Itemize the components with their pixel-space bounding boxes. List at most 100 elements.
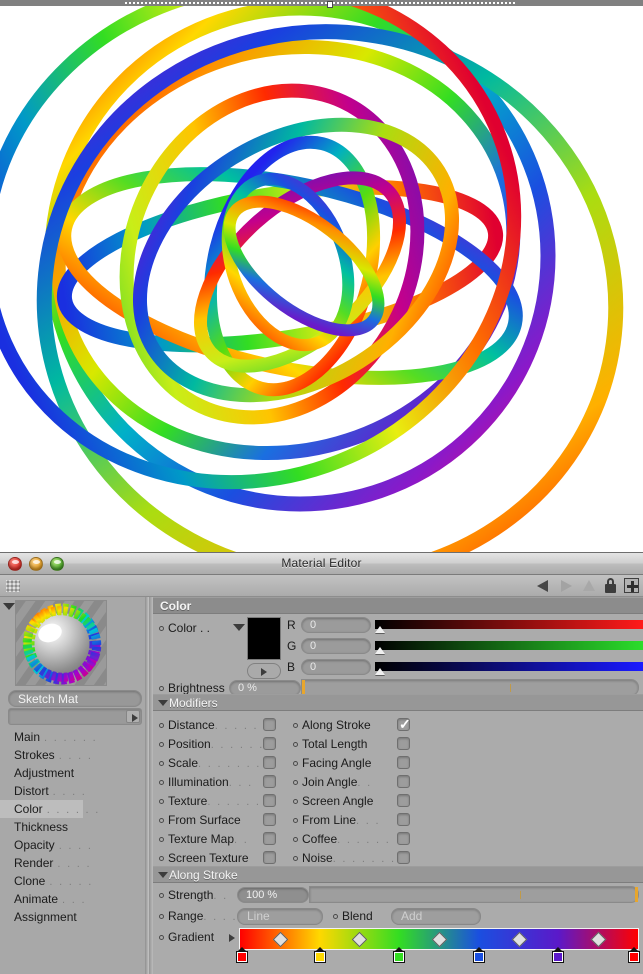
modifier-screen-angle[interactable]: Screen Angle: [293, 791, 423, 810]
gradient-stop[interactable]: [393, 947, 406, 963]
range-anim-dot-icon[interactable]: [159, 914, 164, 919]
modifier-along-stroke[interactable]: Along Stroke: [293, 715, 423, 734]
r-slider-knob[interactable]: [375, 626, 385, 633]
g-slider-knob[interactable]: [375, 647, 385, 654]
brightness-slider-knob[interactable]: [302, 680, 305, 695]
along-stroke-section-header[interactable]: Along Stroke: [153, 866, 643, 883]
drag-grip-icon[interactable]: [6, 580, 20, 592]
texture-map-anim-dot-icon[interactable]: [159, 836, 164, 842]
gradient-anim-dot-icon[interactable]: [159, 935, 164, 940]
modifier-facing-angle[interactable]: Facing Angle: [293, 753, 423, 772]
from-surface-checkbox[interactable]: [263, 813, 276, 826]
channel-item-clone[interactable]: Clone. . . . .: [0, 872, 149, 890]
color-mode-dropdown-icon[interactable]: [233, 624, 245, 631]
modifier-screen-texture[interactable]: Screen Texture: [159, 848, 289, 867]
material-thumbnail[interactable]: [15, 600, 107, 686]
modifier-join-angle[interactable]: Join Angle. .: [293, 772, 423, 791]
b-slider-knob[interactable]: [375, 668, 385, 675]
window-titlebar[interactable]: Material Editor: [0, 553, 643, 575]
gradient-stop[interactable]: [628, 947, 640, 963]
along-stroke-twirl-icon[interactable]: [158, 872, 168, 878]
coffee-anim-dot-icon[interactable]: [293, 836, 298, 842]
modifier-from-line[interactable]: From Line. . .: [293, 810, 423, 829]
b-value-field[interactable]: 0: [301, 659, 371, 675]
distance-checkbox[interactable]: [263, 718, 276, 731]
strength-value-field[interactable]: 100 %: [237, 887, 309, 903]
join-angle-anim-dot-icon[interactable]: [293, 779, 298, 785]
gradient-stop[interactable]: [552, 947, 565, 963]
strength-slider-track[interactable]: [309, 886, 639, 903]
modifier-from-surface[interactable]: From Surface: [159, 810, 289, 829]
modifiers-twirl-icon[interactable]: [158, 700, 168, 706]
modifier-texture-map[interactable]: Texture Map. .: [159, 829, 289, 848]
gradient-stop[interactable]: [313, 947, 326, 963]
collapse-triangle-icon[interactable]: [3, 603, 15, 610]
blend-dropdown[interactable]: Add: [391, 908, 481, 925]
channel-item-thickness[interactable]: Thickness: [0, 818, 149, 836]
screen-texture-checkbox[interactable]: [263, 851, 276, 864]
screen-angle-anim-dot-icon[interactable]: [293, 798, 298, 804]
modifier-distance[interactable]: Distance. . . . . .: [159, 715, 289, 734]
g-value-field[interactable]: 0: [301, 638, 371, 654]
gradient-stop[interactable]: [472, 947, 485, 963]
channel-item-opacity[interactable]: Opacity. . . .: [0, 836, 149, 854]
blend-anim-dot-icon[interactable]: [333, 914, 338, 919]
material-name-field[interactable]: Sketch Mat: [8, 690, 142, 707]
scale-anim-dot-icon[interactable]: [159, 760, 164, 766]
noise-anim-dot-icon[interactable]: [293, 855, 298, 861]
facing-angle-checkbox[interactable]: [397, 756, 410, 769]
gradient-expand-arrow-icon[interactable]: [229, 934, 235, 942]
channel-item-adjustment[interactable]: Adjustment: [0, 764, 149, 782]
channel-item-color[interactable]: Color. . . . . .: [0, 800, 98, 818]
coffee-checkbox[interactable]: [397, 832, 410, 845]
position-anim-dot-icon[interactable]: [159, 741, 164, 747]
total-length-checkbox[interactable]: [397, 737, 410, 750]
lock-icon[interactable]: [604, 578, 617, 593]
illumination-anim-dot-icon[interactable]: [159, 779, 164, 785]
from-line-checkbox[interactable]: [397, 813, 410, 826]
gradient-stop[interactable]: [236, 947, 248, 963]
texture-anim-dot-icon[interactable]: [159, 798, 164, 804]
channel-item-assignment[interactable]: Assignment: [0, 908, 149, 926]
noise-checkbox[interactable]: [397, 851, 410, 864]
illumination-checkbox[interactable]: [263, 775, 276, 788]
r-slider-track[interactable]: [375, 620, 643, 633]
from-line-anim-dot-icon[interactable]: [293, 817, 298, 823]
layer-next-arrow-icon[interactable]: [126, 710, 140, 723]
layer-selector-field[interactable]: [8, 708, 142, 725]
modifier-texture[interactable]: Texture. . . . . . .: [159, 791, 289, 810]
distance-anim-dot-icon[interactable]: [159, 722, 164, 728]
modifier-scale[interactable]: Scale. . . . . . . .: [159, 753, 289, 772]
forward-arrow-icon[interactable]: [558, 577, 574, 594]
modifier-illumination[interactable]: Illumination. . .: [159, 772, 289, 791]
channel-item-animate[interactable]: Animate. . .: [0, 890, 149, 908]
g-slider-track[interactable]: [375, 641, 643, 654]
plus-icon[interactable]: [624, 578, 639, 593]
modifier-position[interactable]: Position. . . . . .: [159, 734, 289, 753]
texture-checkbox[interactable]: [263, 794, 276, 807]
brightness-anim-dot-icon[interactable]: [159, 686, 164, 691]
modifier-total-length[interactable]: Total Length: [293, 734, 423, 753]
channel-item-distort[interactable]: Distort. . . .: [0, 782, 149, 800]
viewport-resize-handle[interactable]: [327, 1, 333, 8]
along-stroke-anim-dot-icon[interactable]: [293, 722, 298, 728]
color-swatch[interactable]: [247, 617, 281, 660]
screen-angle-checkbox[interactable]: [397, 794, 410, 807]
color-anim-dot-icon[interactable]: [159, 626, 164, 631]
r-value-field[interactable]: 0: [301, 617, 371, 633]
up-arrow-icon[interactable]: [581, 577, 597, 594]
range-dropdown[interactable]: Line: [237, 908, 323, 925]
modifier-noise[interactable]: Noise. . . . . . .: [293, 848, 423, 867]
b-slider-track[interactable]: [375, 662, 643, 675]
color-expand-button[interactable]: [247, 663, 281, 679]
strength-anim-dot-icon[interactable]: [159, 893, 164, 898]
facing-angle-anim-dot-icon[interactable]: [293, 760, 298, 766]
modifiers-section-header[interactable]: Modifiers: [153, 694, 643, 711]
gradient-bar[interactable]: [236, 928, 640, 963]
modifier-coffee[interactable]: Coffee. . . . . .: [293, 829, 423, 848]
strength-slider-knob[interactable]: [635, 887, 638, 902]
position-checkbox[interactable]: [263, 737, 276, 750]
channel-item-render[interactable]: Render. . . .: [0, 854, 149, 872]
texture-map-checkbox[interactable]: [263, 832, 276, 845]
total-length-anim-dot-icon[interactable]: [293, 741, 298, 747]
